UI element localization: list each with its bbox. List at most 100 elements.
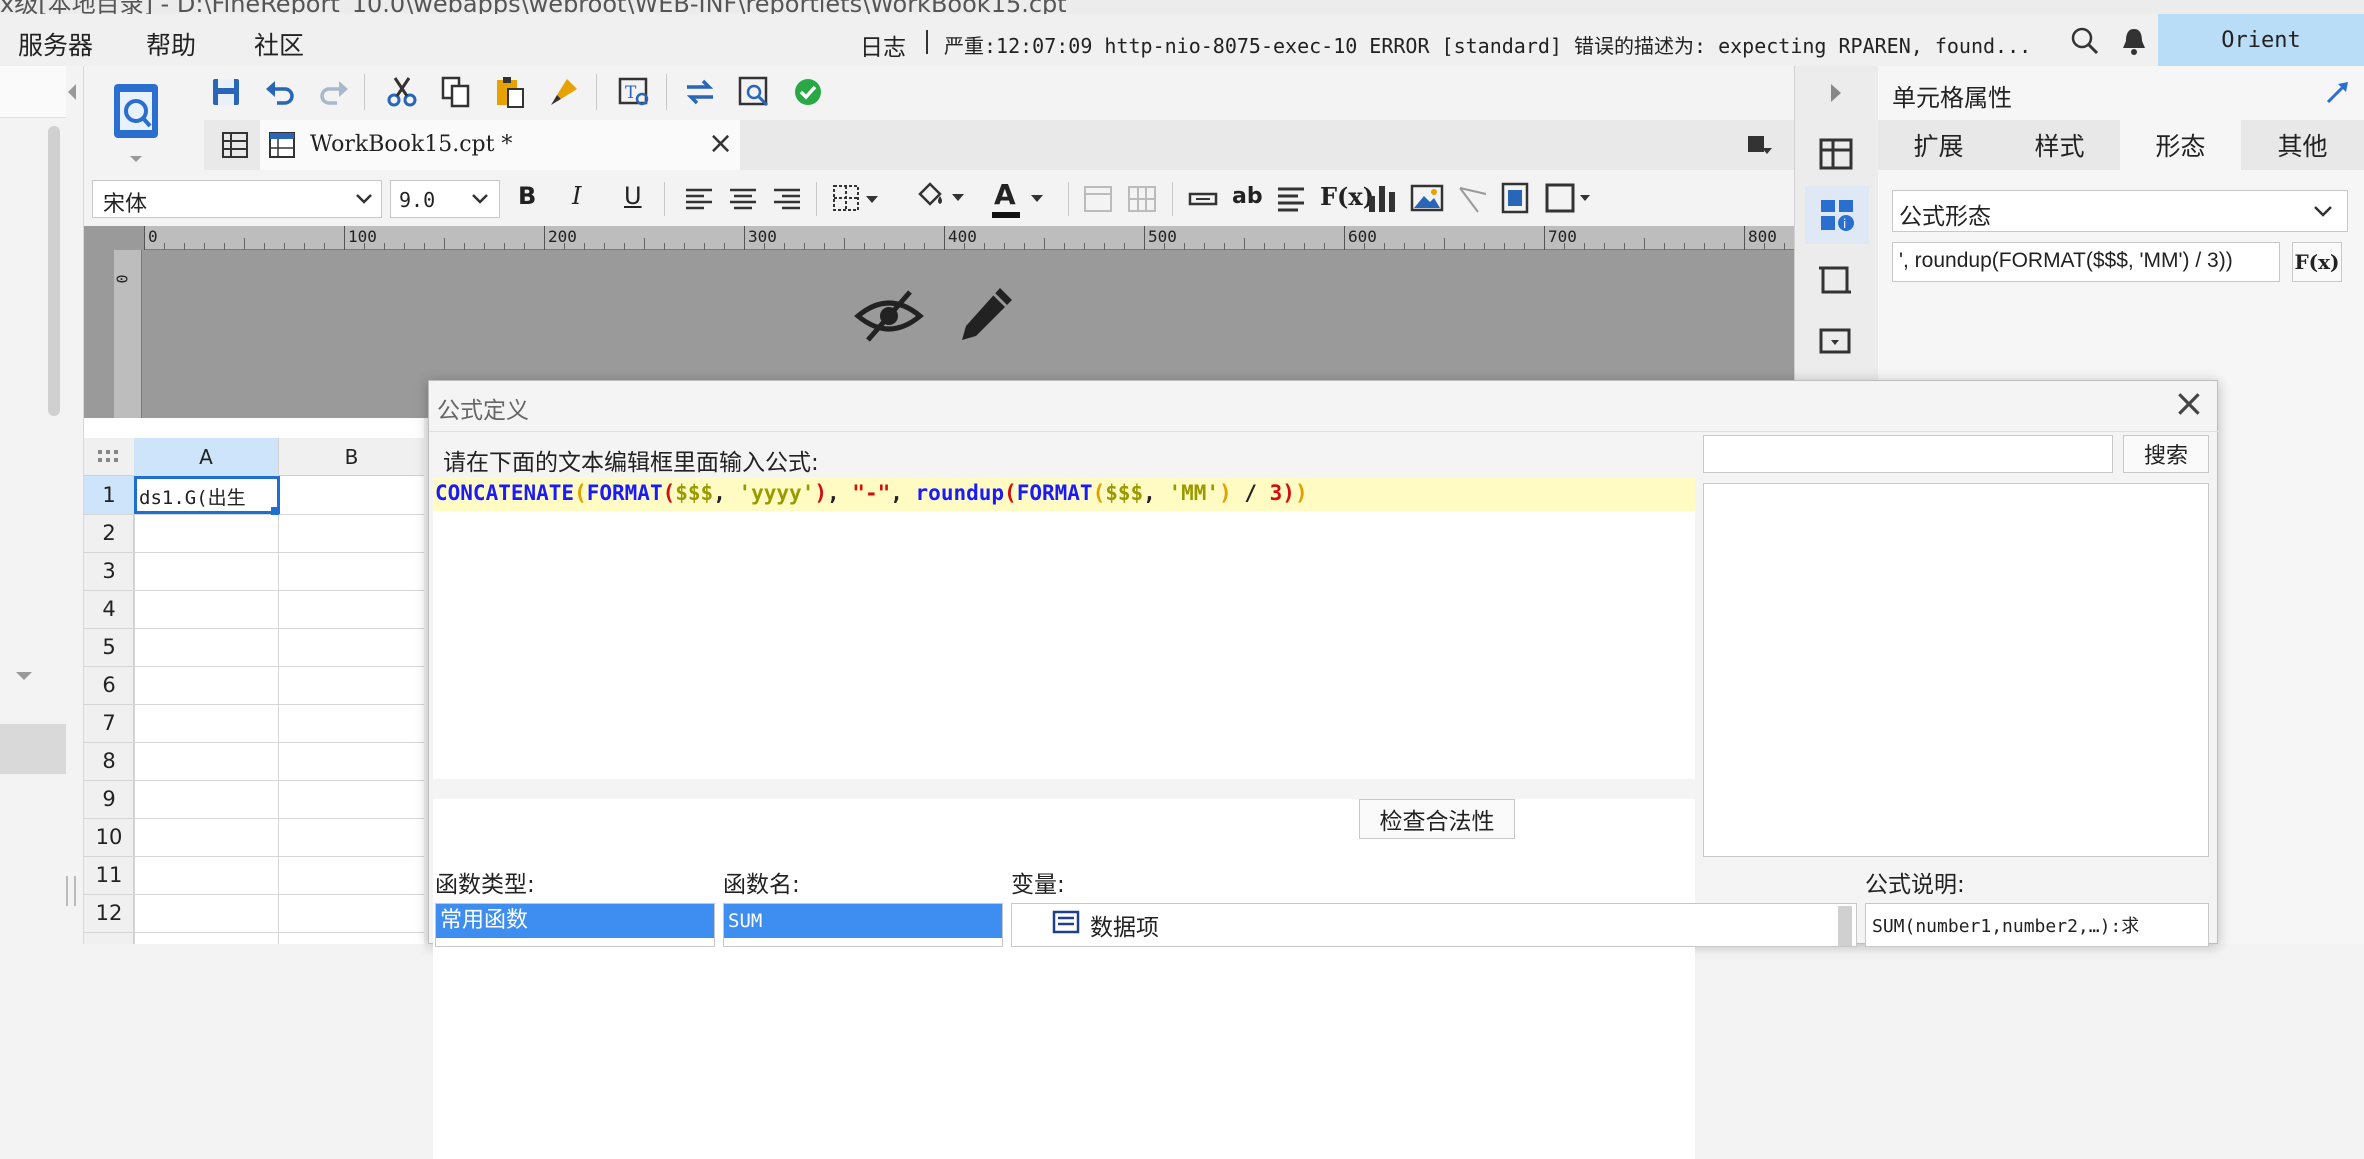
swap-icon[interactable] [678,70,722,114]
format-painter-icon[interactable] [542,70,586,114]
column-header-b[interactable]: B [278,438,424,476]
save-icon[interactable] [204,70,248,114]
row-header[interactable]: 5 [84,628,134,667]
align-left-icon[interactable] [684,186,714,212]
row-header[interactable]: 8 [84,742,134,781]
insert-subreport-icon[interactable] [1500,182,1530,214]
row-header[interactable]: 3 [84,552,134,591]
cell-attributes-tab[interactable]: i [1805,186,1869,244]
formula-edit-button[interactable]: F(x) [2292,242,2342,282]
cell-a1[interactable]: ds1.G(出生 [134,476,280,515]
row-header[interactable]: 12 [84,894,134,933]
log-label[interactable]: 日志 [860,28,906,62]
insert-image-icon[interactable] [1410,184,1444,212]
function-type-list[interactable]: 常用函数 [435,903,715,947]
tab-other[interactable]: 其他 [2241,120,2364,170]
text-color-button[interactable]: A [990,178,1054,222]
variable-tree-scrollbar[interactable] [1838,906,1852,946]
row-header[interactable]: 9 [84,780,134,819]
row-header[interactable]: 10 [84,818,134,857]
float-attributes-icon[interactable] [1817,262,1853,298]
check-validity-button[interactable]: 检查合法性 [1359,799,1515,839]
user-area[interactable]: Orient [2158,14,2364,66]
grid-row[interactable] [84,590,424,629]
border-icon[interactable] [832,184,882,214]
row-header[interactable]: 4 [84,590,134,629]
grid-row[interactable] [84,818,424,857]
pin-icon[interactable] [2324,78,2352,106]
font-size-select[interactable]: 9.0 [390,180,500,218]
grid-row[interactable] [84,704,424,743]
grid-row[interactable] [84,780,424,819]
dialog-close-icon[interactable]: × [2173,381,2205,425]
search-results-list[interactable] [1703,483,2209,857]
chevron-right-icon[interactable] [1829,82,1843,104]
float-element-icon[interactable] [1544,182,1594,214]
function-name-list[interactable]: SUM [723,903,1003,947]
form-type-select[interactable]: 公式形态 [1892,190,2348,232]
grid-row[interactable] [84,742,424,781]
undo-icon[interactable] [258,70,302,114]
line-spacing-icon[interactable] [1276,184,1306,214]
cut-icon[interactable] [380,70,424,114]
text-wrap-button[interactable]: ab [1232,184,1263,209]
file-tab[interactable]: WorkBook15.cpt * × [260,120,740,170]
row-header[interactable]: 2 [84,514,134,553]
grid-row[interactable] [84,628,424,667]
grid-row[interactable] [84,894,424,933]
function-name-selected-item[interactable]: SUM [724,904,1002,938]
chevron-down-icon[interactable] [14,670,34,682]
variable-tree[interactable]: 数据项 [1011,903,1857,947]
menu-item-help[interactable]: 帮助 [146,26,196,62]
menu-item-community[interactable]: 社区 [254,26,304,62]
grid-view-icon[interactable] [220,130,250,160]
widget-attributes-icon[interactable] [1817,326,1853,358]
row-header[interactable]: 11 [84,856,134,895]
collapse-left-icon[interactable] [66,82,78,102]
grid-row[interactable] [84,666,424,705]
insert-field-icon[interactable] [1188,188,1218,210]
log-message[interactable]: 严重:12:07:09 http-nio-8075-exec-10 ERROR … [944,30,2050,59]
tab-menu-icon[interactable] [1746,132,1774,158]
row-header[interactable]: 1 [84,476,134,515]
split-cells-icon[interactable] [1126,184,1158,214]
tab-style[interactable]: 样式 [1999,120,2121,170]
italic-button[interactable]: I [572,182,581,210]
text-preview-icon[interactable]: T [612,70,656,114]
function-search-input[interactable] [1703,435,2113,473]
redo-icon[interactable] [312,70,356,114]
row-header[interactable]: 6 [84,666,134,705]
grid-row[interactable] [84,552,424,591]
align-center-icon[interactable] [728,186,758,212]
menu-item-server[interactable]: 服务器 [18,26,93,62]
merge-cells-icon[interactable] [1082,184,1114,214]
edit-icon[interactable] [956,284,1016,348]
formula-field[interactable]: ', roundup(FORMAT($$$, 'MM') / 3)) [1892,242,2280,282]
select-all-icon[interactable] [96,448,120,466]
close-tab-icon[interactable]: × [708,126,733,161]
cell-element-icon[interactable] [1817,136,1855,172]
underline-button[interactable]: U [624,182,642,210]
tab-expand[interactable]: 扩展 [1878,120,2000,170]
column-header-a[interactable]: A [134,438,278,476]
insert-slash-icon[interactable] [1458,184,1488,214]
align-right-icon[interactable] [772,186,802,212]
fill-color-icon[interactable] [914,182,968,214]
designer-logo-icon[interactable] [108,78,166,168]
paste-icon[interactable] [488,70,532,114]
left-scrollbar[interactable] [48,126,60,416]
bold-button[interactable]: B [518,182,536,210]
grid-row[interactable] [84,514,424,553]
variable-item-label[interactable]: 数据项 [1090,908,1159,942]
left-splitter[interactable] [66,876,76,906]
data-preview-icon[interactable] [732,70,776,114]
grid-row[interactable] [84,856,424,895]
hide-icon[interactable] [854,286,924,346]
fill-handle[interactable] [271,507,279,515]
tab-form[interactable]: 形态 [2120,120,2242,170]
bell-icon[interactable] [2120,26,2148,56]
insert-chart-icon[interactable] [1366,182,1398,214]
function-type-selected-item[interactable]: 常用函数 [436,904,714,938]
row-header[interactable]: 7 [84,704,134,743]
font-select[interactable]: 宋体 [92,180,382,218]
